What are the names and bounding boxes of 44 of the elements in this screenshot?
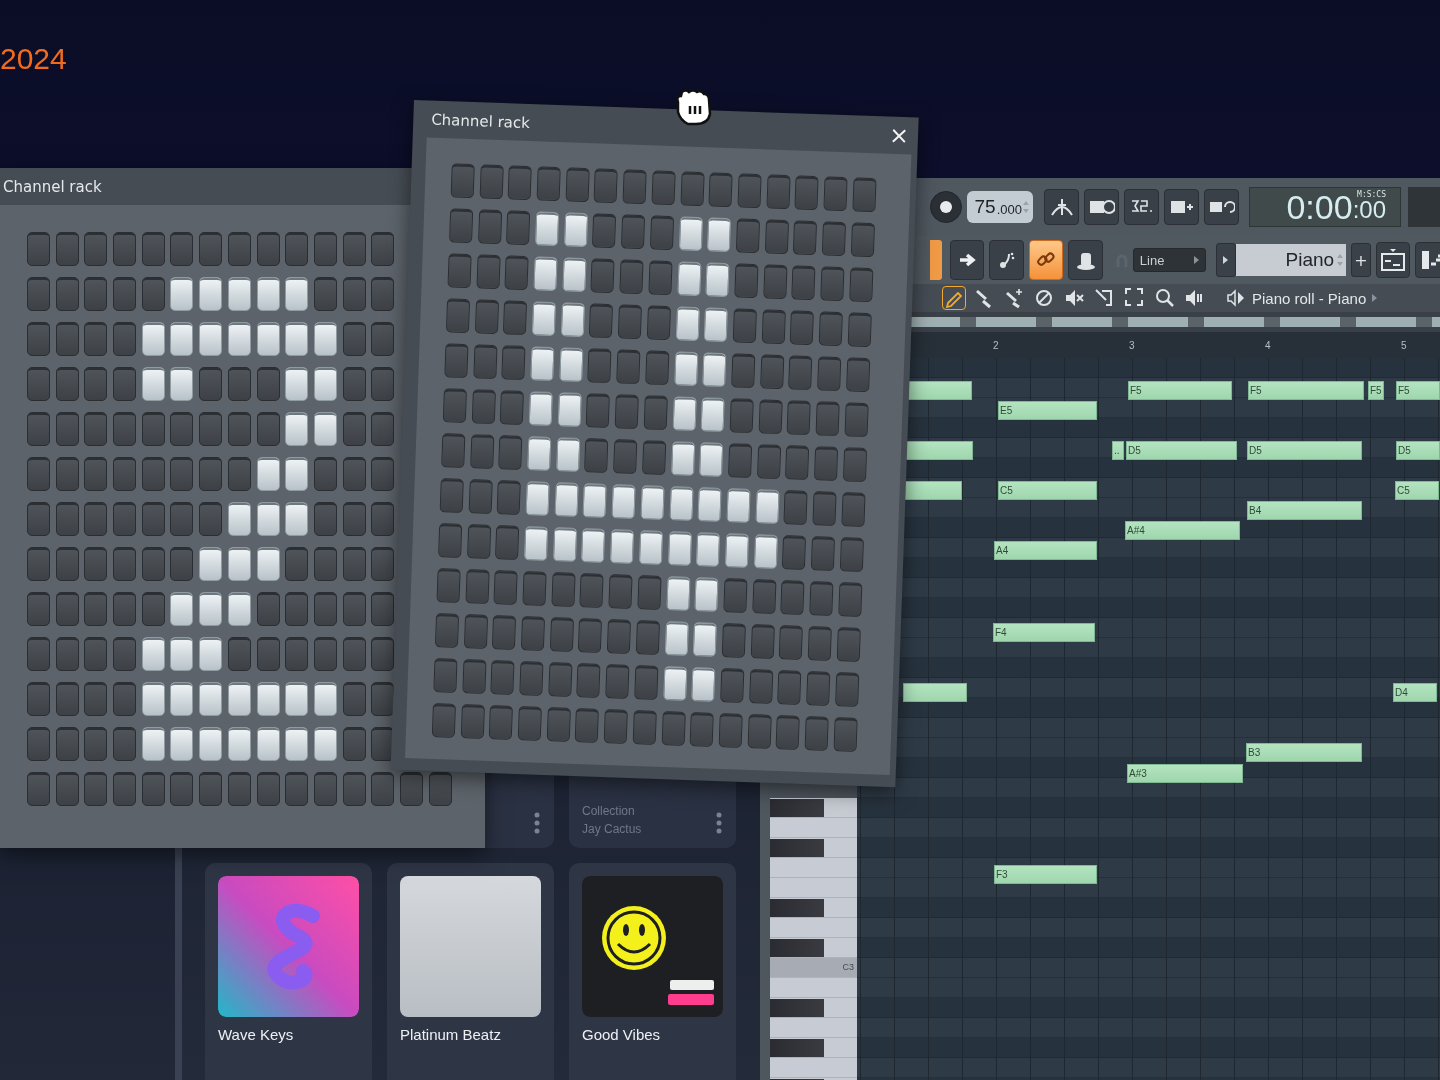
bar-number: 5 bbox=[1401, 339, 1408, 351]
bar-number: 3 bbox=[1129, 339, 1136, 351]
note-block[interactable]: A#3 bbox=[1127, 764, 1243, 783]
piano-keyboard[interactable]: C3 bbox=[770, 798, 857, 1080]
time-format-label: M:S:CS bbox=[1357, 190, 1386, 199]
note-block[interactable]: F5 bbox=[1248, 381, 1364, 400]
note-block[interactable]: C5 bbox=[998, 481, 1097, 500]
year-heading: 2024 bbox=[0, 42, 67, 76]
note-block[interactable]: F5 bbox=[1368, 381, 1384, 400]
note-block[interactable]: F5 bbox=[1396, 381, 1440, 400]
window-title: Channel rack bbox=[3, 177, 102, 196]
note-block[interactable]: F4 bbox=[993, 623, 1095, 642]
pack-title: Platinum Beatz bbox=[400, 1026, 502, 1043]
add-button[interactable]: + bbox=[1351, 243, 1371, 277]
window-title: Channel rack bbox=[431, 110, 531, 132]
note-block[interactable]: C5 bbox=[1395, 481, 1439, 500]
note-block[interactable]: D5 bbox=[1396, 441, 1440, 460]
note-block[interactable]: A4 bbox=[994, 541, 1097, 560]
note-block[interactable]: A#4 bbox=[1125, 521, 1240, 540]
note-block[interactable]: F3 bbox=[994, 865, 1097, 884]
card-label: Collection bbox=[582, 804, 636, 818]
note-block[interactable]: F5 bbox=[1128, 381, 1232, 400]
note-block[interactable]: B4 bbox=[1247, 501, 1362, 520]
pack-card[interactable]: Platinum Beatz bbox=[387, 863, 554, 1080]
note-block[interactable]: .. bbox=[1112, 441, 1124, 460]
time-value: 0:00 bbox=[1286, 188, 1353, 226]
pack-title: Good Vibes bbox=[582, 1026, 662, 1043]
note-block[interactable]: D4 bbox=[1393, 683, 1437, 702]
bar-number: 4 bbox=[1265, 339, 1272, 351]
window-title: Piano roll - Piano bbox=[1252, 289, 1367, 307]
pattern-selector[interactable]: Piano bbox=[1235, 244, 1347, 276]
pack-title: Wave Keys bbox=[218, 1026, 295, 1043]
note-block[interactable]: D5 bbox=[1247, 441, 1362, 460]
card-label: Jay Cactus bbox=[582, 822, 642, 836]
bar-number: 2 bbox=[993, 339, 1000, 351]
key-label: C3 bbox=[770, 958, 857, 977]
note-block[interactable]: E5 bbox=[998, 401, 1097, 420]
note-block[interactable]: B3 bbox=[1246, 743, 1362, 762]
note-block[interactable]: D5 bbox=[1126, 441, 1237, 460]
pack-card[interactable]: Wave Keys bbox=[205, 863, 372, 1080]
time-centiseconds: :00 bbox=[1352, 196, 1386, 225]
snap-dropdown[interactable]: Line bbox=[1132, 248, 1206, 272]
pack-card[interactable]: Good Vibes bbox=[569, 863, 736, 1080]
tempo-field[interactable]: 75.000 bbox=[967, 191, 1033, 223]
